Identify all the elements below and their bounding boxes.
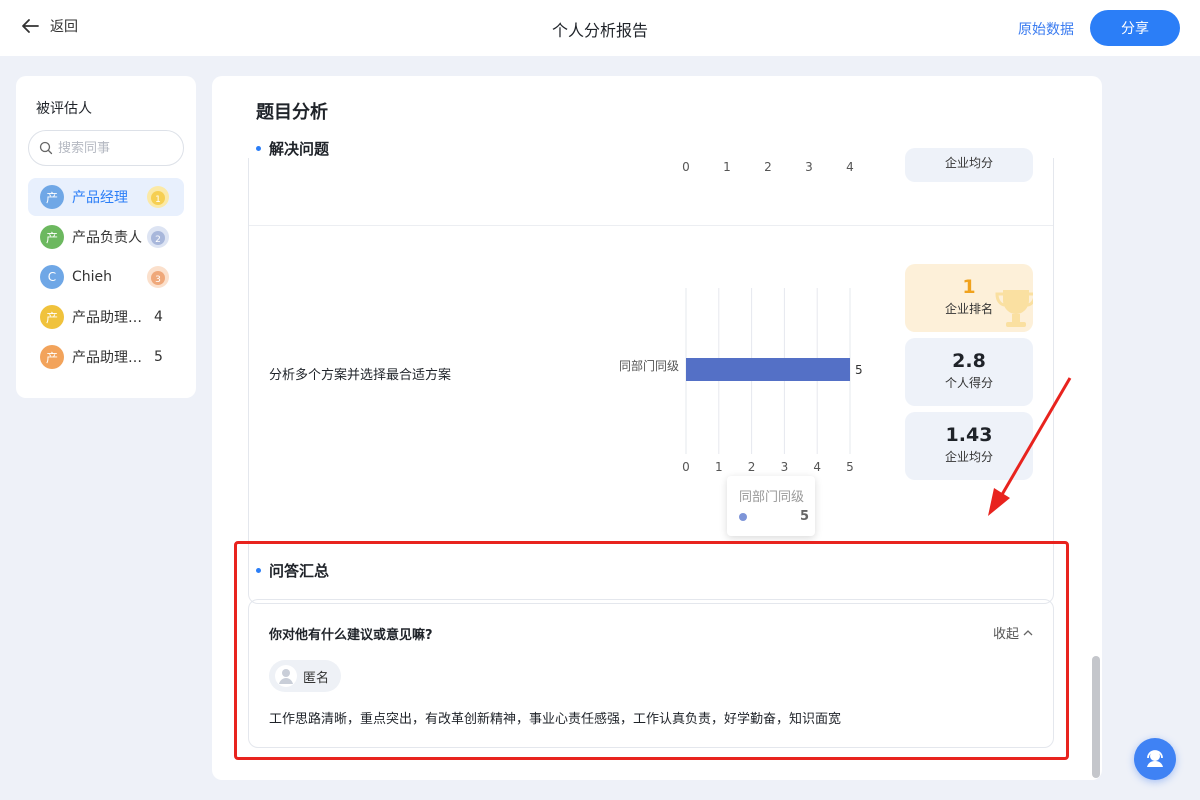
search-input[interactable] [58, 140, 168, 156]
customer-service-button[interactable] [1134, 738, 1176, 780]
tick-label: 1 [723, 160, 731, 174]
stat-value: 2.8 [952, 350, 986, 372]
subsection-title: 问答汇总 [256, 560, 329, 581]
person-item[interactable]: 产 产品经理 1 [28, 178, 184, 216]
row-divider [249, 225, 1053, 226]
bronze-medal-icon: 3 [147, 266, 169, 288]
question-analysis-card: 0 1 2 3 4 企业均分 分析多个方案并选择最合适方案 0 1 2 3 4 5 同部门同… [248, 148, 1054, 604]
stat-value: 1 [962, 276, 976, 298]
red-arrow-annotation [988, 377, 1072, 516]
qa-answer: 工作思路清晰，重点突出，有改革创新精神，事业心责任感强，工作认真负责，好学勤奋，… [269, 712, 842, 727]
tick-label: 0 [682, 160, 690, 174]
tick-label: 4 [846, 160, 854, 174]
medal-rank: 2 [155, 235, 161, 245]
x-tick-label: 1 [715, 460, 723, 474]
section-title: 题目分析 [256, 102, 328, 123]
bullet-dot [256, 146, 261, 151]
tooltip-series-dot [739, 513, 747, 521]
gold-medal-icon: 1 [147, 186, 169, 208]
raw-data-link[interactable]: 原始数据 [1018, 19, 1074, 39]
subsection-title: 解决问题 [256, 138, 329, 159]
main-panel: 题目分析 解决问题 0 1 2 3 4 企业均分 分析多个方案并选择最合适方案 … [212, 76, 1102, 780]
person-name: Chieh [72, 269, 113, 285]
headset-icon [1147, 750, 1163, 767]
tooltip-title: 同部门同级 [739, 490, 805, 505]
qa-question: 你对他有什么建议或意见嘛? [269, 628, 433, 643]
respondent-badge: 匿名 [269, 660, 342, 692]
subsection-label: 解决问题 [269, 140, 330, 158]
medal-rank: 3 [155, 275, 161, 285]
x-tick-label: 5 [846, 460, 854, 474]
bar [686, 358, 850, 381]
company-average-stat: 企业均分 [905, 148, 1033, 182]
category-label: 同部门同级 [619, 358, 679, 373]
x-tick-label: 0 [682, 460, 690, 474]
avatar: 产 [40, 225, 64, 249]
tick-label: 2 [764, 160, 772, 174]
share-button[interactable]: 分享 [1090, 10, 1180, 46]
respondent-name: 匿名 [303, 670, 330, 686]
search-box [28, 130, 184, 166]
sidebar-title: 被评估人 [36, 101, 92, 117]
rank-number: 5 [154, 349, 163, 365]
avatar: 产 [40, 345, 64, 369]
rank-number: 4 [154, 309, 163, 325]
person-name: 产品负责人 [72, 230, 142, 246]
bullet-dot [256, 568, 261, 573]
collapse-toggle[interactable]: 收起 [993, 623, 1033, 642]
company-rank-stat: 1 企业排名 [905, 264, 1033, 332]
bar-chart: 0 1 2 3 4 5 同部门同级 5 [619, 288, 863, 474]
top-header: 返回 个人分析报告 原始数据 分享 [0, 0, 1200, 56]
user-avatar-icon [275, 665, 297, 687]
avatar: 产 [40, 185, 64, 209]
chevron-up-icon [1023, 629, 1033, 635]
person-item[interactable]: 产 产品助理… 5 [28, 338, 184, 376]
tooltip-value: 5 [799, 509, 809, 524]
bar-value-label: 5 [855, 363, 863, 377]
evaluatee-sidebar: 被评估人 产 产品经理 1 产 产品负责人 2 C Chieh 3 [16, 76, 196, 398]
chart-tooltip: 同部门同级 5 [727, 476, 815, 536]
qa-card: 你对他有什么建议或意见嘛? 收起 匿名 工作思路清晰，重点突出，有改革创新精神，… [248, 599, 1054, 748]
subsection-label: 问答汇总 [269, 562, 330, 580]
tick-label: 3 [805, 160, 813, 174]
person-item[interactable]: C Chieh 3 [28, 258, 184, 296]
person-name: 产品助理… [72, 310, 142, 326]
collapse-label: 收起 [992, 627, 1019, 642]
x-tick-label: 4 [813, 460, 821, 474]
scrollbar-thumb[interactable] [1092, 656, 1100, 778]
person-name: 产品经理 [72, 190, 128, 206]
avatar: 产 [40, 305, 64, 329]
person-item[interactable]: 产 产品负责人 2 [28, 218, 184, 256]
stat-label: 企业均分 [944, 156, 993, 170]
avatar: C [40, 265, 64, 289]
search-icon [39, 141, 53, 155]
question-text: 分析多个方案并选择最合适方案 [269, 368, 452, 383]
stat-label: 企业排名 [944, 302, 993, 316]
person-name: 产品助理… [72, 350, 142, 366]
medal-rank: 1 [155, 195, 161, 205]
silver-medal-icon: 2 [147, 226, 169, 248]
x-tick-label: 2 [748, 460, 756, 474]
person-item[interactable]: 产 产品助理… 4 [28, 298, 184, 336]
x-tick-label: 3 [781, 460, 789, 474]
